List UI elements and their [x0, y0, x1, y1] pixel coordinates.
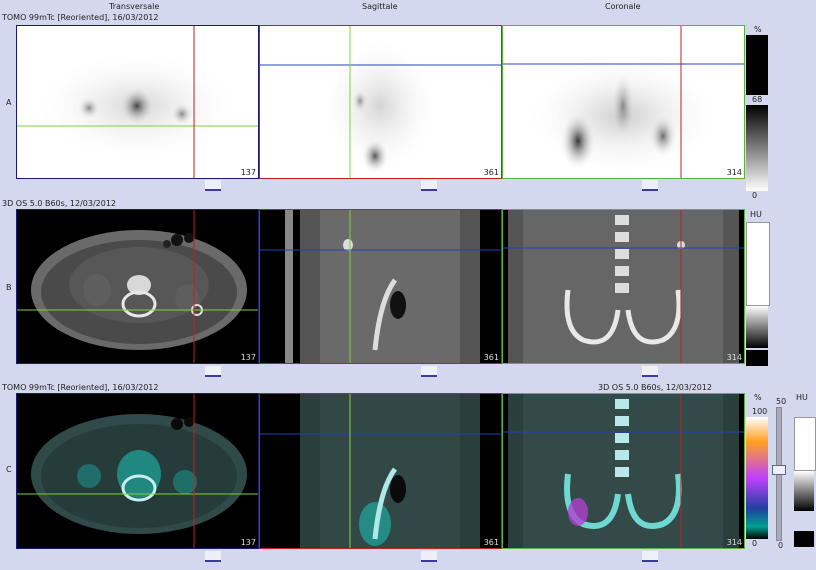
row-a-letter: A — [6, 98, 12, 107]
slice-number-a-transverse: 137 — [240, 168, 256, 177]
scale-b-lower-bar — [746, 350, 768, 366]
slice-number-b-coronal: 314 — [726, 353, 742, 362]
color-scale-a: % 68 0 — [746, 25, 770, 200]
scale-c-hu-upper-bar — [794, 417, 816, 471]
scale-c-unit: % — [754, 393, 762, 402]
slice-number-a-sagittal: 361 — [483, 168, 499, 177]
gray-scale-b: HU — [746, 210, 770, 366]
row-b-caption: 3D OS 5.0 B60s, 12/03/2012 — [2, 199, 117, 208]
scale-b-unit: HU — [750, 210, 762, 219]
row-b-letter: B — [6, 283, 12, 292]
slice-slider-a-transverse[interactable] — [205, 180, 221, 191]
fusion-scales-c: % 100 0 50 0 HU — [746, 393, 816, 553]
viewport-c-coronal[interactable]: 314 — [502, 393, 745, 549]
slice-number-c-sagittal: 361 — [483, 538, 499, 547]
column-header-coronal: Coronale — [605, 2, 641, 11]
slice-number-a-coronal: 314 — [726, 168, 742, 177]
scale-c-mid-bottom: 0 — [778, 541, 784, 550]
viewport-b-coronal[interactable]: 314 — [502, 209, 745, 364]
scale-b-upper-bar — [746, 222, 770, 306]
column-header-transverse: Transversale — [109, 2, 160, 11]
slice-slider-a-coronal[interactable] — [642, 180, 658, 191]
scale-a-gradient[interactable] — [746, 105, 768, 191]
slice-slider-b-sagittal[interactable] — [421, 366, 437, 377]
row-a-caption: TOMO 99mTc [Reoriented], 16/03/2012 — [2, 13, 159, 22]
slice-slider-c-sagittal[interactable] — [421, 551, 437, 562]
scale-a-bottom: 0 — [752, 191, 758, 200]
row-c-letter: C — [6, 465, 12, 474]
slice-number-c-transverse: 137 — [240, 538, 256, 547]
scale-c-mid-unit: 50 — [776, 397, 787, 406]
viewport-c-sagittal[interactable]: 361 — [259, 393, 502, 549]
viewport-c-transverse[interactable]: 137 — [16, 393, 259, 549]
scale-a-top: 68 — [752, 95, 763, 104]
scale-c-hu-lower-bar — [794, 531, 814, 547]
scale-c-hu-gradient[interactable] — [794, 471, 814, 511]
blend-slider-thumb[interactable] — [772, 465, 786, 475]
scale-a-unit: % — [754, 25, 762, 34]
scale-c-right-unit: HU — [796, 393, 808, 402]
scale-b-gradient[interactable] — [746, 306, 768, 348]
viewport-a-coronal[interactable]: 314 — [502, 25, 745, 179]
row-c-caption-left: TOMO 99mTc [Reoriented], 16/03/2012 — [2, 383, 159, 392]
slice-number-c-coronal: 314 — [726, 538, 742, 547]
scale-c-color-gradient[interactable] — [746, 417, 768, 539]
viewport-a-sagittal[interactable]: 361 — [259, 25, 502, 179]
viewport-b-transverse[interactable]: 137 — [16, 209, 259, 364]
slice-slider-c-transverse[interactable] — [205, 551, 221, 562]
slice-number-b-sagittal: 361 — [483, 353, 499, 362]
scale-c-bottom: 0 — [752, 539, 758, 548]
slice-slider-b-coronal[interactable] — [642, 366, 658, 377]
scale-a-upper-bar — [746, 35, 768, 95]
viewport-b-sagittal[interactable]: 361 — [259, 209, 502, 364]
slice-slider-b-transverse[interactable] — [205, 366, 221, 377]
slice-slider-a-sagittal[interactable] — [421, 180, 437, 191]
slice-slider-c-coronal[interactable] — [642, 551, 658, 562]
column-header-sagittal: Sagittale — [362, 2, 398, 11]
viewport-a-transverse[interactable]: 137 — [16, 25, 259, 179]
scale-c-top: 100 — [752, 407, 768, 416]
row-c-caption-right: 3D OS 5.0 B60s, 12/03/2012 — [598, 383, 713, 392]
slice-number-b-transverse: 137 — [240, 353, 256, 362]
